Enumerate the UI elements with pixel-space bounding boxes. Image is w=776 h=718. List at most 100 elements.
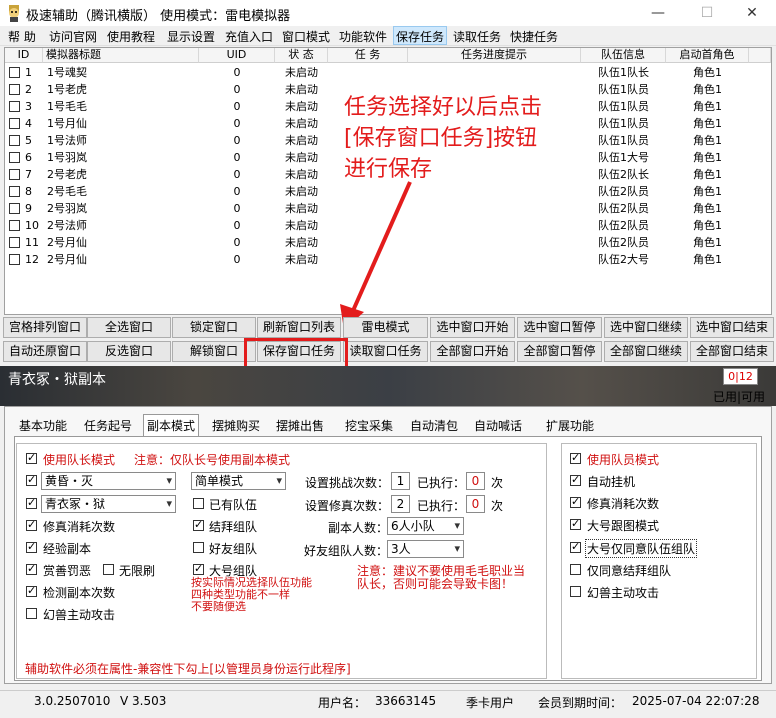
row-checkbox[interactable]: [9, 152, 20, 163]
reward-checkbox[interactable]: [26, 562, 37, 575]
row-team: 队伍2队员: [598, 219, 649, 232]
menu-recharge[interactable]: 充值入口: [225, 28, 273, 45]
agree-bond-checkbox[interactable]: [570, 564, 581, 575]
row-title: 2号羽岚: [47, 202, 87, 215]
row-id: 2: [25, 83, 32, 96]
header-role[interactable]: 启动首角色: [666, 48, 749, 63]
row-checkbox[interactable]: [9, 220, 20, 231]
time-checkbox[interactable]: [26, 473, 37, 486]
select-all-button[interactable]: 全选窗口: [87, 317, 171, 338]
dungeon-checkbox[interactable]: [26, 496, 37, 509]
header-status[interactable]: 状 态: [275, 48, 328, 63]
ldplayer-mode-button[interactable]: 雷电模式: [343, 317, 428, 338]
bond-checkbox[interactable]: [193, 518, 204, 531]
leader-mode-checkbox[interactable]: [26, 451, 37, 464]
menu-display[interactable]: 显示设置: [167, 28, 215, 45]
agree-team-checkbox[interactable]: [570, 540, 581, 553]
exp-checkbox[interactable]: [26, 540, 37, 553]
row-checkbox[interactable]: [9, 169, 20, 180]
tab-stall-sell[interactable]: 摆摊出售: [276, 417, 324, 434]
row-role: 角色1: [693, 185, 722, 198]
header-id[interactable]: ID: [5, 48, 43, 63]
header-task[interactable]: 任 务: [328, 48, 408, 63]
stop-selected-button[interactable]: 选中窗口结束: [690, 317, 774, 338]
menu-window-mode[interactable]: 窗口模式: [282, 28, 330, 45]
beast-attack-checkbox[interactable]: [26, 608, 37, 619]
table-row[interactable]: 1 1号魂契 0 未启动 队伍1队长 角色1: [5, 64, 771, 81]
menu-website[interactable]: 访问官网: [49, 28, 97, 45]
start-all-button[interactable]: 全部窗口开始: [430, 341, 515, 362]
minimize-button[interactable]: —: [648, 3, 668, 23]
grid-arrange-button[interactable]: 宫格排列窗口: [3, 317, 87, 338]
app-version: V 3.503: [120, 694, 167, 708]
header-title[interactable]: 模拟器标题: [43, 48, 199, 63]
difficulty-select[interactable]: 简单模式: [191, 472, 286, 490]
resume-selected-button[interactable]: 选中窗口继续: [604, 317, 688, 338]
pause-all-button[interactable]: 全部窗口暂停: [517, 341, 602, 362]
stop-all-button[interactable]: 全部窗口结束: [690, 341, 774, 362]
row-checkbox[interactable]: [9, 254, 20, 265]
friend-size-select[interactable]: 3人: [387, 540, 464, 558]
row-checkbox[interactable]: [9, 101, 20, 112]
row-checkbox[interactable]: [9, 186, 20, 197]
auto-hang-checkbox[interactable]: [570, 473, 581, 486]
row-checkbox[interactable]: [9, 67, 20, 78]
menu-function[interactable]: 功能软件: [339, 28, 387, 45]
tab-dungeon-mode[interactable]: 副本模式: [143, 414, 200, 436]
row-checkbox[interactable]: [9, 237, 20, 248]
done2-input[interactable]: 0: [466, 495, 485, 513]
tab-treasure[interactable]: 挖宝采集: [345, 417, 393, 434]
auto-restore-button[interactable]: 自动还原窗口: [3, 341, 87, 362]
row-status: 未启动: [285, 100, 318, 113]
tab-clean-bag[interactable]: 自动清包: [410, 417, 458, 434]
has-team-checkbox[interactable]: [193, 498, 204, 509]
header-progress[interactable]: 任务进度提示: [408, 48, 581, 63]
start-selected-button[interactable]: 选中窗口开始: [430, 317, 515, 338]
done1-input[interactable]: 0: [466, 472, 485, 490]
time-select[interactable]: 黄昏・灭: [41, 472, 176, 490]
tab-auto-shout[interactable]: 自动喊话: [474, 417, 522, 434]
refresh-list-button[interactable]: 刷新窗口列表: [257, 317, 341, 338]
tab-start-account[interactable]: 任务起号: [84, 417, 132, 434]
maximize-button[interactable]: ☐: [697, 3, 717, 23]
friend-checkbox[interactable]: [193, 542, 204, 553]
repair-checkbox[interactable]: [26, 518, 37, 531]
repair-count-input[interactable]: 2: [391, 495, 410, 513]
row-team: 队伍1队长: [598, 66, 649, 79]
leader-note: 注意：仅队长号使用副本模式: [134, 453, 291, 467]
member-beast-checkbox[interactable]: [570, 586, 581, 597]
follow-checkbox[interactable]: [570, 517, 581, 530]
party-size-select[interactable]: 6人小队: [387, 517, 464, 535]
tab-stall-buy[interactable]: 摆摊购买: [212, 417, 260, 434]
menu-read-task[interactable]: 读取任务: [453, 28, 501, 45]
row-checkbox[interactable]: [9, 84, 20, 95]
row-team: 队伍1队员: [598, 100, 649, 113]
invert-select-button[interactable]: 反选窗口: [87, 341, 171, 362]
row-checkbox[interactable]: [9, 118, 20, 129]
lock-window-button[interactable]: 锁定窗口: [172, 317, 256, 338]
tab-basic[interactable]: 基本功能: [19, 417, 67, 434]
row-checkbox[interactable]: [9, 135, 20, 146]
close-button[interactable]: ✕: [742, 3, 762, 23]
menu-tutorial[interactable]: 使用教程: [107, 28, 155, 45]
header-uid[interactable]: UID: [199, 48, 275, 63]
menu-quick-task[interactable]: 快捷任务: [510, 28, 558, 45]
challenge-input[interactable]: 1: [391, 472, 410, 490]
dungeon-select[interactable]: 青衣冢・狱: [41, 495, 176, 513]
pause-selected-button[interactable]: 选中窗口暂停: [517, 317, 602, 338]
friend-label: 好友组队: [209, 542, 258, 556]
menu-help[interactable]: 帮 助: [8, 28, 36, 45]
resume-all-button[interactable]: 全部窗口继续: [604, 341, 688, 362]
tab-extension[interactable]: 扩展功能: [546, 417, 594, 434]
check-count-checkbox[interactable]: [26, 584, 37, 597]
header-team[interactable]: 队伍信息: [581, 48, 666, 63]
menu-save-task[interactable]: 保存任务: [393, 26, 448, 45]
big-team-checkbox[interactable]: [193, 562, 204, 575]
unlimited-checkbox[interactable]: [103, 564, 114, 575]
instruction-annotation: 任务选择好以后点击 [保存窗口任务]按钮 进行保存: [344, 92, 542, 185]
member-repair-checkbox[interactable]: [570, 495, 581, 508]
member-mode-checkbox[interactable]: [570, 451, 581, 464]
row-title: 1号法师: [47, 134, 87, 147]
row-checkbox[interactable]: [9, 203, 20, 214]
read-window-task-button[interactable]: 读取窗口任务: [343, 341, 428, 362]
